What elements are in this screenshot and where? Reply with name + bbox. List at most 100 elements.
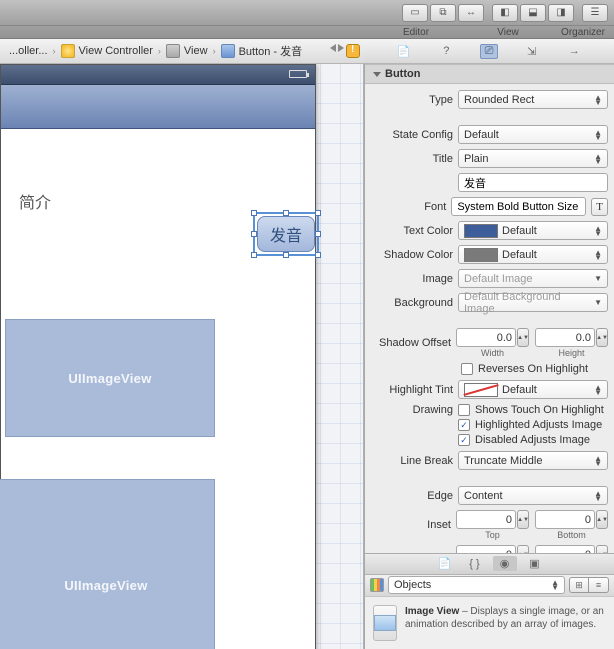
intro-label[interactable]: 简介 bbox=[19, 189, 51, 213]
object-library-tab[interactable]: ◉ bbox=[493, 556, 517, 571]
status-bar bbox=[1, 65, 315, 85]
showstouch-label: Shows Touch On Highlight bbox=[475, 404, 604, 416]
battery-icon bbox=[289, 70, 307, 78]
interface-builder-canvas[interactable]: 简介 发音 UIImageView UIImageView bbox=[0, 64, 364, 649]
view-icon bbox=[166, 44, 180, 58]
shadow-width-field[interactable]: 0.0 bbox=[456, 328, 516, 347]
inset-bottom-field[interactable]: 0 bbox=[535, 510, 595, 529]
inset-right-stepper[interactable]: ▲▼ bbox=[596, 545, 608, 553]
linebreak-popup[interactable]: Truncate Middle▲▼ bbox=[458, 451, 608, 470]
font-picker-button[interactable]: T bbox=[591, 198, 608, 216]
inset-left-stepper[interactable]: ▲▼ bbox=[517, 545, 529, 553]
type-label: Type bbox=[371, 94, 453, 106]
highlighttint-popup[interactable]: Default▲▼ bbox=[458, 380, 608, 399]
inset-right-field[interactable]: 0 bbox=[535, 545, 595, 553]
disclosure-triangle-icon bbox=[373, 72, 381, 77]
connections-inspector-tab[interactable]: → bbox=[565, 44, 583, 59]
view-label: View bbox=[466, 27, 550, 38]
organizer-label: Organizer bbox=[558, 27, 608, 38]
imageview-2[interactable]: UIImageView bbox=[0, 479, 215, 649]
font-label: Font bbox=[371, 201, 446, 213]
reverses-label: Reverses On Highlight bbox=[478, 363, 588, 375]
reverses-checkbox[interactable] bbox=[461, 363, 473, 375]
library-view-toggle[interactable]: ⊞ ≡ bbox=[569, 577, 609, 593]
library-filter-bar: Objects▲▼ ⊞ ≡ bbox=[365, 574, 614, 596]
linebreak-label: Line Break bbox=[371, 455, 453, 467]
breadcrumb-root[interactable]: ...oller... bbox=[4, 45, 53, 57]
library-item-thumb bbox=[373, 605, 397, 641]
showstouch-checkbox[interactable] bbox=[458, 404, 470, 416]
drawing-label: Drawing bbox=[371, 404, 453, 416]
next-arrow-icon[interactable] bbox=[338, 44, 344, 52]
grid-view-button[interactable]: ⊞ bbox=[569, 577, 589, 593]
shadow-height-field[interactable]: 0.0 bbox=[535, 328, 595, 347]
title-input[interactable] bbox=[458, 173, 608, 192]
media-library-tab[interactable]: ▣ bbox=[523, 556, 547, 571]
file-template-tab[interactable]: 📄 bbox=[433, 556, 457, 571]
breadcrumb-viewcontroller[interactable]: View Controller bbox=[56, 44, 158, 58]
inspector-pane: Button Type Rounded Rect▲▼ State Config … bbox=[364, 64, 614, 649]
inset-left-field[interactable]: 0 bbox=[456, 545, 516, 553]
shadow-width-stepper[interactable]: ▲▼ bbox=[517, 328, 529, 347]
section-title-text: Button bbox=[385, 68, 420, 80]
list-view-button[interactable]: ≡ bbox=[589, 577, 609, 593]
disabled-checkbox[interactable]: ✓ bbox=[458, 434, 470, 446]
shadow-height-stepper[interactable]: ▲▼ bbox=[596, 328, 608, 347]
library-item-title: Image View bbox=[405, 606, 459, 617]
assistant-editor-button[interactable]: ⧉ bbox=[430, 4, 456, 22]
version-editor-button[interactable]: ↔ bbox=[458, 4, 484, 22]
inset-top-stepper[interactable]: ▲▼ bbox=[517, 510, 529, 529]
width-sublabel: Width bbox=[481, 348, 504, 358]
size-inspector-tab[interactable]: ⇲ bbox=[523, 44, 541, 59]
font-display bbox=[451, 197, 586, 216]
view-right-button[interactable]: ◨ bbox=[548, 4, 574, 22]
viewcontroller-icon bbox=[61, 44, 75, 58]
inset-bottom-stepper[interactable]: ▲▼ bbox=[596, 510, 608, 529]
highlighted-label: Highlighted Adjusts Image bbox=[475, 419, 602, 431]
color-swatch-icon bbox=[464, 248, 498, 262]
textcolor-popup[interactable]: Default▲▼ bbox=[458, 221, 608, 240]
editor-segment[interactable]: ▭ ⧉ ↔ bbox=[402, 4, 484, 22]
view-segment[interactable]: ◧ ⬓ ◨ bbox=[492, 4, 574, 22]
prev-arrow-icon[interactable] bbox=[330, 44, 336, 52]
objects-filter-popup[interactable]: Objects▲▼ bbox=[388, 576, 565, 594]
highlighttint-label: Highlight Tint bbox=[371, 384, 453, 396]
quickhelp-tab[interactable]: ? bbox=[437, 44, 455, 59]
inset-top-field[interactable]: 0 bbox=[456, 510, 516, 529]
title-label: Title bbox=[371, 153, 453, 165]
library-color-icon bbox=[370, 578, 384, 592]
color-swatch-icon bbox=[464, 224, 498, 238]
stateconfig-popup[interactable]: Default▲▼ bbox=[458, 125, 608, 144]
organizer-button[interactable]: ☰ bbox=[582, 4, 608, 22]
pronounce-button[interactable]: 发音 bbox=[257, 216, 315, 252]
view-content[interactable]: 简介 发音 UIImageView UIImageView bbox=[1, 129, 315, 649]
bottom-sublabel: Bottom bbox=[557, 530, 586, 540]
inspector-section-header[interactable]: Button bbox=[365, 64, 614, 84]
title-type-popup[interactable]: Plain▲▼ bbox=[458, 149, 608, 168]
library-item-description[interactable]: Image View – Displays a single image, or… bbox=[365, 596, 614, 649]
view-left-button[interactable]: ◧ bbox=[492, 4, 518, 22]
background-combobox[interactable]: Default Background Image▼ bbox=[458, 293, 608, 312]
view-bottom-button[interactable]: ⬓ bbox=[520, 4, 546, 22]
imageview-1[interactable]: UIImageView bbox=[5, 319, 215, 437]
warning-icon[interactable] bbox=[346, 44, 360, 58]
type-popup[interactable]: Rounded Rect▲▼ bbox=[458, 90, 608, 109]
jump-bar[interactable]: ...oller... › View Controller › View › B… bbox=[0, 39, 364, 64]
edge-popup[interactable]: Content▲▼ bbox=[458, 486, 608, 505]
shadowcolor-popup[interactable]: Default▲▼ bbox=[458, 245, 608, 264]
top-sublabel: Top bbox=[485, 530, 500, 540]
standard-editor-button[interactable]: ▭ bbox=[402, 4, 428, 22]
breadcrumb-view[interactable]: View bbox=[161, 44, 213, 58]
shadowcolor-label: Shadow Color bbox=[371, 249, 453, 261]
breadcrumb-button[interactable]: Button - 发音 bbox=[216, 43, 308, 59]
code-snippet-tab[interactable]: { } bbox=[463, 556, 487, 571]
stateconfig-label: State Config bbox=[371, 129, 453, 141]
inspector-tabbar: 📄 ? ≡ ⎚ ⇲ → bbox=[364, 39, 614, 64]
highlighted-checkbox[interactable]: ✓ bbox=[458, 419, 470, 431]
image-combobox[interactable]: Default Image▼ bbox=[458, 269, 608, 288]
file-inspector-tab[interactable]: 📄 bbox=[395, 44, 413, 59]
identity-inspector-tab[interactable]: ≡ bbox=[480, 44, 498, 59]
edge-label: Edge bbox=[371, 490, 453, 502]
navigation-bar bbox=[1, 85, 315, 129]
editor-label: Editor bbox=[374, 27, 458, 38]
